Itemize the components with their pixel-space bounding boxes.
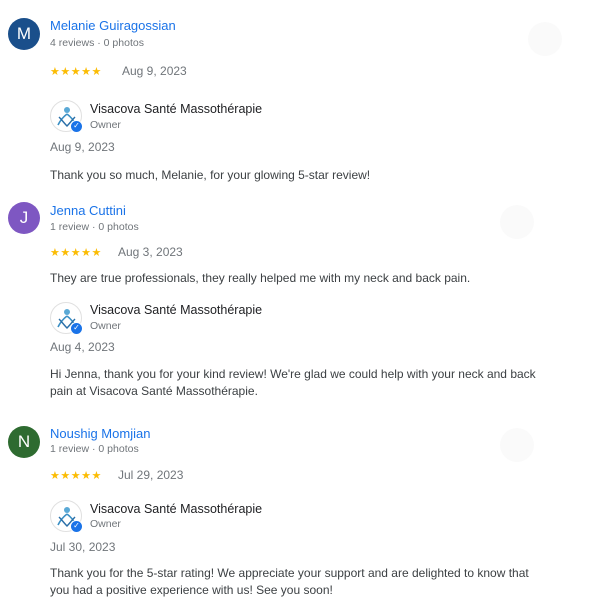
owner-reply-line: Thank you for the 5-star rating! We appr… (50, 566, 529, 580)
verified-icon: ✓ (70, 520, 83, 533)
reply-date: Jul 30, 2023 (50, 540, 116, 554)
reviewer-meta: 1 review · 0 photos (50, 443, 139, 455)
reviewer-name[interactable]: Noushig Momjian (50, 426, 150, 441)
review-date: Jul 29, 2023 (118, 468, 184, 482)
star-rating: ★★★★★ (50, 470, 102, 482)
avatar-letter: N (17, 432, 31, 451)
review-card: N Noushig Momjian 1 review · 0 photos ★★… (0, 0, 600, 600)
owner-logo: ✓ (50, 500, 83, 533)
owner-name: Visacova Santé Massothérapie (90, 502, 263, 516)
owner-role: Owner (90, 518, 121, 530)
more-options-button[interactable] (500, 428, 534, 462)
owner-reply-line: you had a positive experience with us! S… (50, 583, 333, 597)
avatar[interactable]: N (8, 426, 40, 458)
owner-reply: Thank you for the 5-star rating! We appr… (50, 565, 529, 599)
